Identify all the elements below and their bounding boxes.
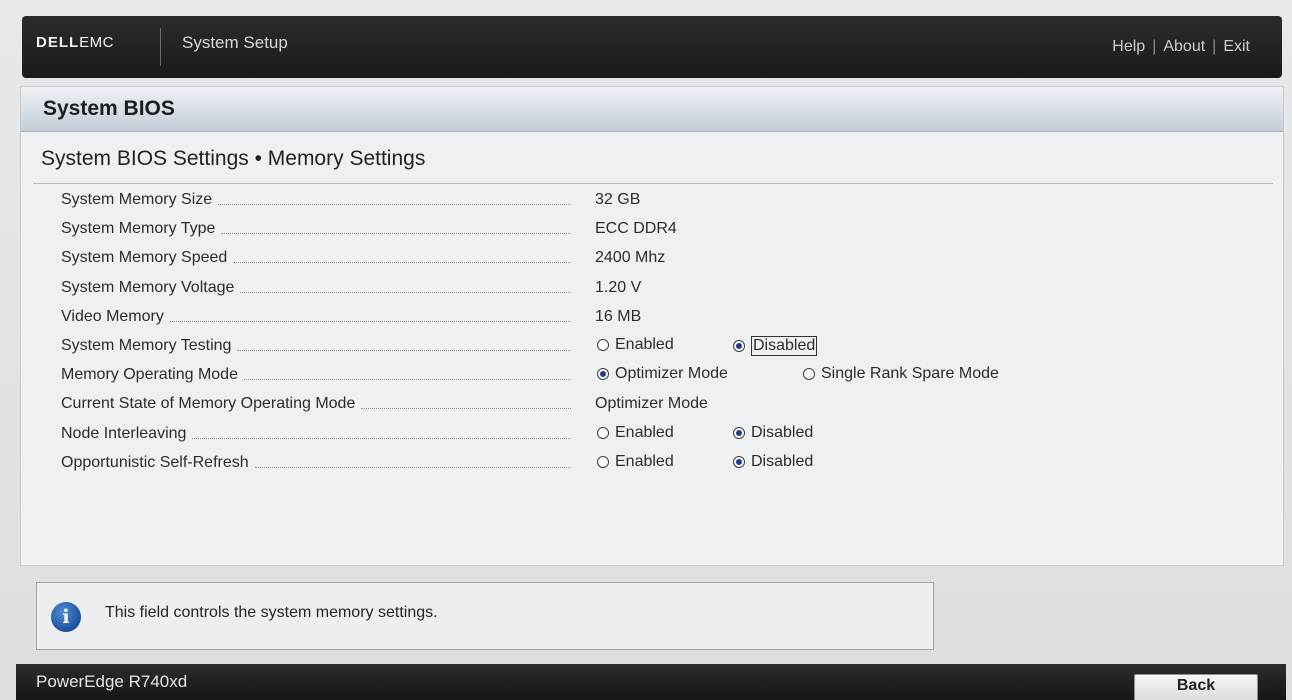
setting-video-memory: Video Memory 16 MB (21, 304, 1283, 333)
radio-enabled[interactable]: Enabled (597, 424, 674, 442)
setting-value: Optimizer Mode (595, 395, 708, 413)
setting-memory-operating-mode: Memory Operating Mode Optimizer Mode Sin… (21, 362, 1283, 391)
logo-dell: DELL (36, 34, 80, 51)
radio-single-rank-spare[interactable]: Single Rank Spare Mode (803, 365, 999, 383)
page-subtitle: System BIOS Settings • Memory Settings (41, 147, 426, 170)
radio-enabled[interactable]: Enabled (597, 453, 674, 471)
header-divider (160, 28, 161, 66)
leader-dots (254, 466, 571, 468)
radio-circle[interactable] (803, 368, 815, 381)
setting-memory-size: System Memory Size 32 GB (21, 187, 1283, 216)
system-setup-screen: DELLEMC System Setup Help | About | Exit Sys… (0, 0, 1292, 700)
radio-circle-selected[interactable] (597, 368, 609, 381)
help-box: i This field controls the system memory … (36, 582, 934, 650)
setting-label: System Memory Voltage (61, 278, 235, 296)
radio-circle[interactable] (597, 338, 609, 351)
radio-label-focused: Disabled (751, 335, 818, 356)
setting-label: Current State of Memory Operating Mode (61, 395, 356, 413)
leader-dots (169, 320, 571, 322)
radio-label: Disabled (751, 452, 814, 470)
setting-label: Memory Operating Mode (61, 366, 238, 384)
exit-link[interactable]: Exit (1223, 38, 1250, 55)
setting-value: 32 GB (595, 191, 641, 208)
link-separator: | (1212, 38, 1217, 55)
leader-dots (192, 437, 571, 439)
about-link[interactable]: About (1163, 38, 1205, 55)
radio-label: Optimizer Mode (615, 365, 728, 383)
radio-label: Enabled (615, 452, 674, 470)
setting-label: System Memory Type (61, 220, 216, 238)
leader-dots (243, 378, 571, 381)
setting-value: 1.20 V (595, 278, 642, 296)
link-separator: | (1152, 38, 1157, 55)
setting-memory-speed: System Memory Speed 2400 Mhz (21, 245, 1283, 274)
footer-bar: PowerEdge R740xd Back (16, 664, 1286, 700)
header-bar: DELLEMC System Setup Help | About | Exit (22, 16, 1282, 78)
setting-memory-voltage: System Memory Voltage 1.20 V (21, 275, 1283, 304)
app-title: System Setup (182, 33, 288, 52)
setting-label: System Memory Testing (61, 336, 232, 354)
radio-circle[interactable] (597, 455, 609, 468)
radio-label: Enabled (615, 423, 674, 441)
radio-disabled[interactable]: Disabled (733, 453, 813, 471)
help-link[interactable]: Help (1112, 38, 1145, 55)
setting-memory-type: System Memory Type ECC DDR4 (21, 216, 1283, 245)
radio-label: Disabled (751, 423, 814, 441)
leader-dots (237, 349, 571, 351)
setting-node-interleaving: Node Interleaving Enabled Disabled (21, 421, 1283, 450)
radio-circle[interactable] (597, 426, 609, 439)
setting-label: System Memory Size (61, 191, 213, 208)
dell-emc-logo: DELLEMC (36, 34, 114, 51)
leader-dots (218, 203, 571, 205)
leader-dots (240, 291, 571, 293)
radio-label: Enabled (615, 335, 674, 353)
settings-list: System Memory Size 32 GB System Memory T… (21, 187, 1283, 479)
radio-circle-selected[interactable] (733, 426, 745, 439)
model-name: PowerEdge R740xd (36, 672, 188, 691)
radio-circle-selected[interactable] (733, 455, 745, 468)
setting-label: Node Interleaving (61, 424, 187, 442)
leader-dots (221, 232, 571, 235)
logo-emc: EMC (79, 34, 115, 51)
radio-label: Single Rank Spare Mode (821, 365, 999, 383)
leader-dots (233, 261, 571, 264)
setting-value: 2400 Mhz (595, 249, 666, 267)
radio-optimizer-mode[interactable]: Optimizer Mode (597, 365, 728, 383)
setting-current-state: Current State of Memory Operating Mode O… (21, 391, 1283, 420)
panel-header: System BIOS (21, 87, 1283, 132)
radio-disabled[interactable]: Disabled (733, 335, 818, 356)
help-text: This field controls the system memory se… (105, 604, 438, 621)
info-icon: i (51, 602, 81, 632)
bios-panel: System BIOS System BIOS Settings • Memor… (20, 86, 1284, 566)
setting-label: Video Memory (61, 307, 164, 325)
leader-dots (361, 407, 571, 410)
panel-title: System BIOS (43, 97, 175, 120)
setting-label: Opportunistic Self-Refresh (61, 453, 249, 471)
radio-enabled[interactable]: Enabled (597, 336, 674, 354)
setting-label: System Memory Speed (61, 249, 228, 267)
radio-disabled[interactable]: Disabled (733, 424, 813, 442)
radio-circle-selected[interactable] (733, 339, 745, 352)
header-links: Help | About | Exit (1112, 38, 1250, 56)
subtitle-divider (33, 183, 1273, 184)
back-button[interactable]: Back (1134, 674, 1258, 700)
setting-value: 16 MB (595, 307, 642, 325)
setting-memory-testing: System Memory Testing Enabled Disabled (21, 333, 1283, 362)
setting-value: ECC DDR4 (595, 220, 677, 238)
setting-self-refresh: Opportunistic Self-Refresh Enabled Disab… (21, 450, 1283, 479)
